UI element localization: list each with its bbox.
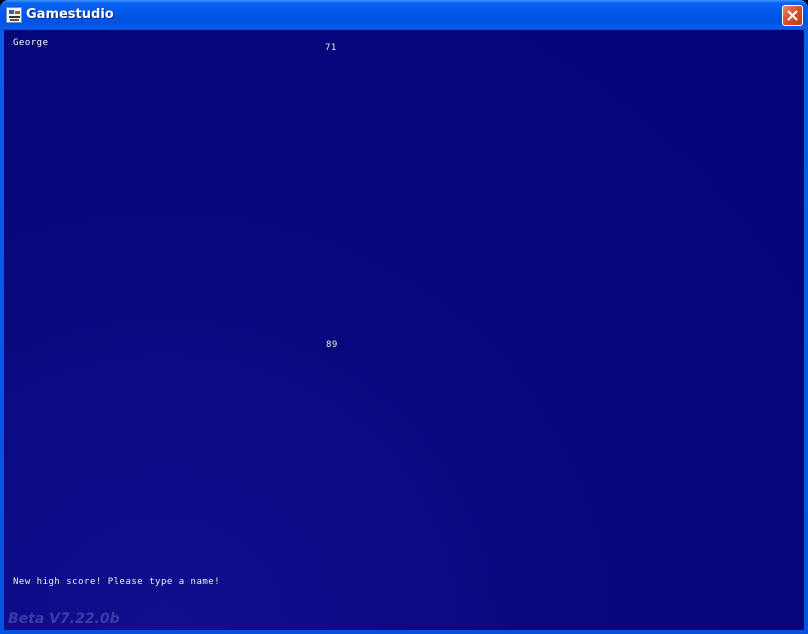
title-bar[interactable]: Gamestudio	[0, 0, 808, 30]
player-name: George	[13, 38, 49, 48]
close-button[interactable]	[782, 5, 803, 26]
game-viewport[interactable]: George 71 89 New high score! Please type…	[4, 30, 804, 630]
app-icon[interactable]	[6, 7, 22, 23]
score-mid: 89	[326, 340, 338, 350]
version-label: Beta V7.22.0b	[8, 611, 120, 627]
close-icon	[787, 10, 798, 21]
window-title: Gamestudio	[26, 7, 114, 22]
score-top: 71	[325, 43, 337, 53]
high-score-message: New high score! Please type a name!	[13, 577, 221, 587]
application-window: Gamestudio George 71 89 New high score! …	[0, 0, 808, 634]
